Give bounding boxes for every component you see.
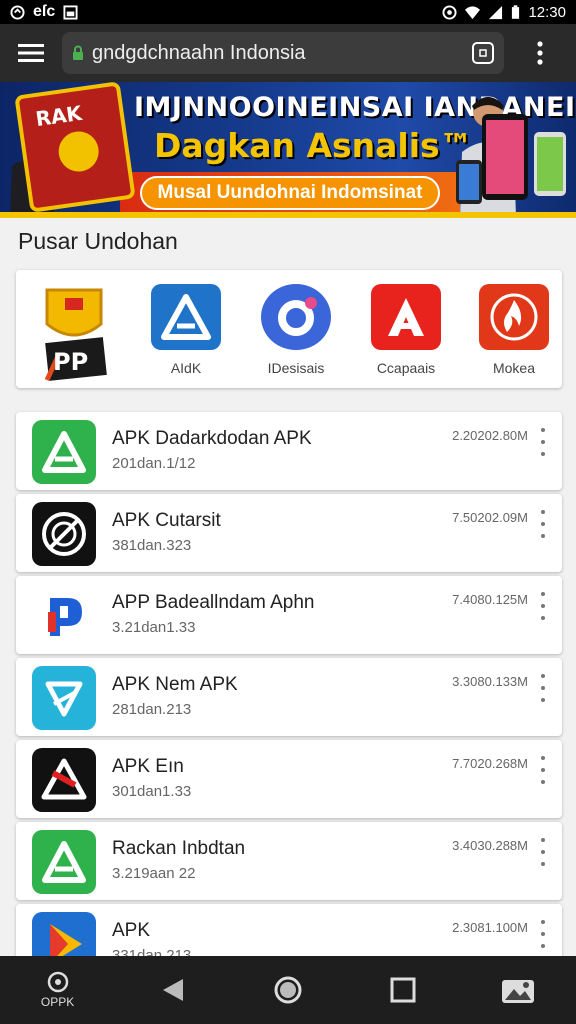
more-vertical-icon[interactable] bbox=[538, 674, 548, 702]
url-text: gndgdchnaahn Indonsia bbox=[92, 41, 306, 64]
more-vertical-icon bbox=[537, 41, 543, 65]
banner-book-image: RAK bbox=[14, 82, 136, 212]
recents-icon bbox=[390, 977, 416, 1003]
banner-cta-pill[interactable]: Musal Uundohnai Indomsinat bbox=[140, 176, 440, 210]
app-meta: 2.20202.80M bbox=[452, 428, 528, 443]
more-options-button[interactable] bbox=[504, 24, 576, 82]
banner-book-title: RAK bbox=[34, 100, 84, 132]
dark-star-icon bbox=[32, 748, 96, 812]
hamburger-menu-icon bbox=[18, 44, 44, 62]
tabs-icon bbox=[479, 49, 487, 57]
system-nav-bar: OPPK bbox=[0, 956, 576, 1024]
featured-label-4: Ccapaais bbox=[376, 360, 436, 376]
app-name: APP Badeallndam Aphn bbox=[112, 592, 315, 613]
app-meta: 3.4030.288M bbox=[452, 838, 528, 853]
section-title: Pusar Undohan bbox=[18, 228, 178, 254]
app-meta: 3.3080.133M bbox=[452, 674, 528, 689]
nav-back-button[interactable] bbox=[115, 956, 230, 1024]
green-a-icon bbox=[32, 830, 96, 894]
nav-recents-button[interactable] bbox=[346, 956, 461, 1024]
address-bar[interactable]: gndgdchnaahn Indonsia bbox=[62, 32, 504, 74]
hamburger-menu-button[interactable] bbox=[0, 24, 62, 82]
banner-title-line2: Dagkan Asnalis™ bbox=[154, 126, 473, 165]
more-vertical-icon[interactable] bbox=[538, 920, 548, 948]
status-bar: eſc 12:30 bbox=[0, 0, 576, 24]
green-a-icon bbox=[32, 420, 96, 484]
black-compass-icon bbox=[32, 502, 96, 566]
more-vertical-icon[interactable] bbox=[538, 428, 548, 456]
nav-home-button[interactable] bbox=[230, 956, 345, 1024]
browser-toolbar: gndgdchnaahn Indonsia bbox=[0, 24, 576, 82]
nav-photos-button[interactable] bbox=[461, 956, 576, 1024]
more-vertical-icon[interactable] bbox=[538, 510, 548, 538]
more-vertical-icon[interactable] bbox=[538, 756, 548, 784]
status-left: eſc bbox=[10, 3, 78, 21]
app-subtitle: 3.21dan1.33 bbox=[112, 619, 196, 636]
p-logo-icon bbox=[32, 584, 96, 648]
app-name: APK Cutarsit bbox=[112, 510, 221, 531]
triangle-a-icon bbox=[151, 284, 221, 350]
nav-logo-label: OPPK bbox=[40, 995, 75, 1009]
wifi-icon bbox=[465, 5, 481, 19]
more-vertical-icon[interactable] bbox=[538, 592, 548, 620]
list-item[interactable]: APP Badeallndam Aphn 3.21dan1.33 7.4080.… bbox=[16, 576, 562, 654]
app-meta: 7.50202.09M bbox=[452, 510, 528, 525]
home-icon bbox=[274, 976, 302, 1004]
app-name: APK Eın bbox=[112, 756, 184, 777]
list-item[interactable]: APK Eın 301dan1.33 7.7020.268M bbox=[16, 740, 562, 818]
featured-item-2[interactable]: AIdK bbox=[146, 284, 226, 380]
list-item[interactable]: APK Dadarkdodan APK 201dan.1/12 2.20202.… bbox=[16, 412, 562, 490]
flame-icon bbox=[479, 284, 549, 350]
featured-apps-row: PP AIdK IDesisais Ccapaais Mokea bbox=[16, 270, 562, 388]
app-name: APK Dadarkdodan APK bbox=[112, 428, 312, 449]
app-subtitle: 381dan.323 bbox=[112, 537, 192, 554]
calendar-icon bbox=[63, 4, 78, 20]
phones-image bbox=[456, 114, 566, 204]
list-item[interactable]: APK Nem APK 281dan.213 3.3080.133M bbox=[16, 658, 562, 736]
app-name: Rackan Inbdtan bbox=[112, 838, 246, 859]
lock-icon bbox=[73, 45, 83, 60]
featured-label-3: IDesisais bbox=[267, 360, 325, 376]
nav-app-logo[interactable]: OPPK bbox=[0, 956, 115, 1024]
list-item[interactable]: Rackan Inbdtan 3.219aan 22 3.4030.288M bbox=[16, 822, 562, 900]
photos-icon bbox=[502, 980, 535, 1003]
promo-banner[interactable]: RAK IMJNNOOINEINSAI IANDANEIIS Dagkan As… bbox=[0, 82, 576, 218]
back-icon bbox=[162, 979, 183, 1001]
app-meta: 7.7020.268M bbox=[452, 756, 528, 771]
location-icon bbox=[442, 4, 457, 20]
app-name: APK bbox=[112, 920, 151, 941]
emblem-badge-icon: PP bbox=[44, 288, 107, 382]
app-subtitle: 301dan1.33 bbox=[112, 783, 192, 800]
ring-icon bbox=[261, 284, 331, 350]
app-name: APK Nem APK bbox=[112, 674, 238, 695]
garuda-emblem-icon bbox=[56, 128, 102, 175]
featured-item-1[interactable]: PP bbox=[34, 284, 114, 382]
more-vertical-icon[interactable] bbox=[538, 838, 548, 866]
featured-badge-text: PP bbox=[53, 348, 88, 376]
app-meta: 7.4080.125M bbox=[452, 592, 528, 607]
app-meta: 2.3081.100M bbox=[452, 920, 528, 935]
status-right: 12:30 bbox=[442, 4, 566, 21]
featured-item-3[interactable]: IDesisais bbox=[256, 284, 336, 380]
app-subtitle: 281dan.213 bbox=[112, 701, 192, 718]
battery-icon bbox=[512, 4, 520, 19]
list-item[interactable]: APK Cutarsit 381dan.323 7.50202.09M bbox=[16, 494, 562, 572]
featured-item-4[interactable]: Ccapaais bbox=[366, 284, 446, 380]
featured-label-5: Mokea bbox=[492, 360, 536, 376]
carrier-logo: eſc bbox=[33, 3, 56, 20]
tabs-button[interactable] bbox=[472, 42, 494, 64]
cyan-arrow-icon bbox=[32, 666, 96, 730]
featured-item-5[interactable]: Mokea bbox=[474, 284, 554, 380]
featured-label-2: AIdK bbox=[170, 360, 202, 376]
app-logo-icon bbox=[47, 971, 68, 993]
signal-icon bbox=[489, 5, 503, 19]
clock: 12:30 bbox=[528, 3, 566, 21]
red-a-icon bbox=[371, 284, 441, 350]
app-subtitle: 201dan.1/12 bbox=[112, 455, 196, 472]
notification-icon bbox=[10, 4, 25, 20]
app-subtitle: 3.219aan 22 bbox=[112, 865, 196, 882]
